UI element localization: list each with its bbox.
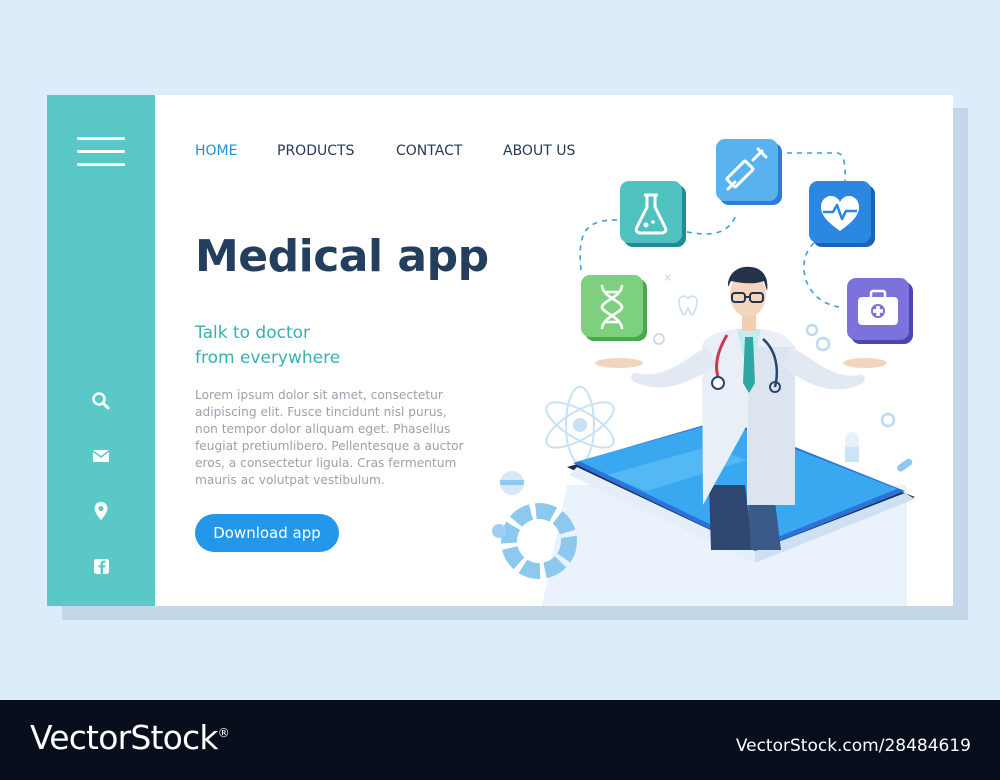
landing-card: HOME PRODUCTS CONTACT ABOUT US Medical a… — [47, 95, 953, 606]
image-id-text: VectorStock.com/28484619 — [735, 736, 971, 756]
tooth-icon — [678, 295, 698, 316]
syringe-icon — [716, 139, 782, 205]
first-aid-kit-icon — [847, 278, 913, 344]
watermark-bar: VectorStock® VectorStock.com/28484619 — [0, 700, 1000, 780]
dna-icon — [581, 275, 647, 341]
atom-icon — [545, 386, 615, 464]
registered-mark: ® — [217, 726, 230, 740]
vectorstock-brand: VectorStock — [30, 718, 218, 757]
svg-text:×: × — [663, 271, 672, 284]
heart-pulse-icon — [809, 181, 875, 247]
doctor-illustration: × — [492, 139, 915, 606]
flask-icon — [620, 181, 686, 247]
vectorstock-logo: VectorStock® — [30, 718, 230, 757]
pill-icon — [845, 432, 913, 472]
